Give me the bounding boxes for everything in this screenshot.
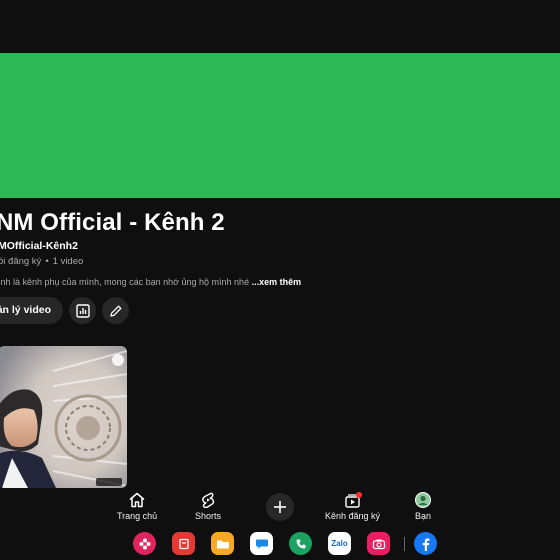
avatar-icon [415,492,431,508]
home-icon [129,492,145,508]
messages-app-icon[interactable] [250,532,273,555]
analytics-button[interactable] [69,297,96,324]
red-app-icon[interactable] [172,532,195,555]
facebook-glyph-icon [422,537,429,551]
flower-app-icon[interactable] [133,532,156,555]
nav-home[interactable]: Trang chủ [117,492,157,521]
facebook-app-icon[interactable] [414,532,437,555]
top-bar [0,0,560,53]
channel-banner [0,53,560,198]
create-button[interactable] [266,493,294,521]
dock-divider [404,537,405,551]
create-plus-icon [274,501,286,513]
phone-glyph-icon [296,539,305,548]
video-count: 1 video [52,256,84,267]
nav-you[interactable]: Bạn [414,492,432,521]
folder-glyph-icon [216,540,229,548]
nav-you-label: Bạn [414,511,431,521]
edit-button[interactable] [102,297,129,324]
camera-glyph-icon [372,539,385,549]
description-text: ình là kênh phụ của mình, mong các bạn n… [0,277,250,287]
manage-videos-button[interactable]: ản lý video [0,297,63,324]
bar-chart-icon [75,303,90,318]
more-link[interactable]: ...xem thêm [252,277,302,287]
nav-shorts[interactable]: Shorts [195,492,221,521]
video-thumbnail[interactable] [0,346,127,488]
nav-subscriptions-label: Kênh đăng ký [325,511,381,521]
subscriptions-icon [344,492,362,508]
nav-home-label: Trang chủ [117,511,158,521]
nav-shorts-label: Shorts [195,511,222,521]
flower-glyph-icon [139,538,150,549]
chat-bubble-icon [255,539,268,549]
notification-dot [355,492,362,498]
video-thumbnail-image [0,346,127,488]
phone-app-icon[interactable] [289,532,312,555]
device-dock: Zalo [0,528,560,560]
channel-title: NM Official - Kênh 2 [0,209,225,236]
note-glyph-icon [178,538,189,549]
channel-stats: ồi đăng ký • 1 video [0,256,83,267]
stats-separator: • [45,256,49,267]
subscriber-count: ồi đăng ký [0,256,42,267]
nav-subscriptions[interactable]: Kênh đăng ký [325,492,380,521]
zalo-app-icon[interactable]: Zalo [328,532,351,555]
pencil-icon [109,305,121,317]
folder-app-icon[interactable] [211,532,234,555]
shorts-icon [202,492,215,508]
channel-description[interactable]: ình là kênh phụ của mình, mong các bạn n… [0,277,301,287]
channel-handle[interactable]: MOfficial-Kênh2 [0,240,78,252]
camera-app-icon[interactable] [367,532,390,555]
